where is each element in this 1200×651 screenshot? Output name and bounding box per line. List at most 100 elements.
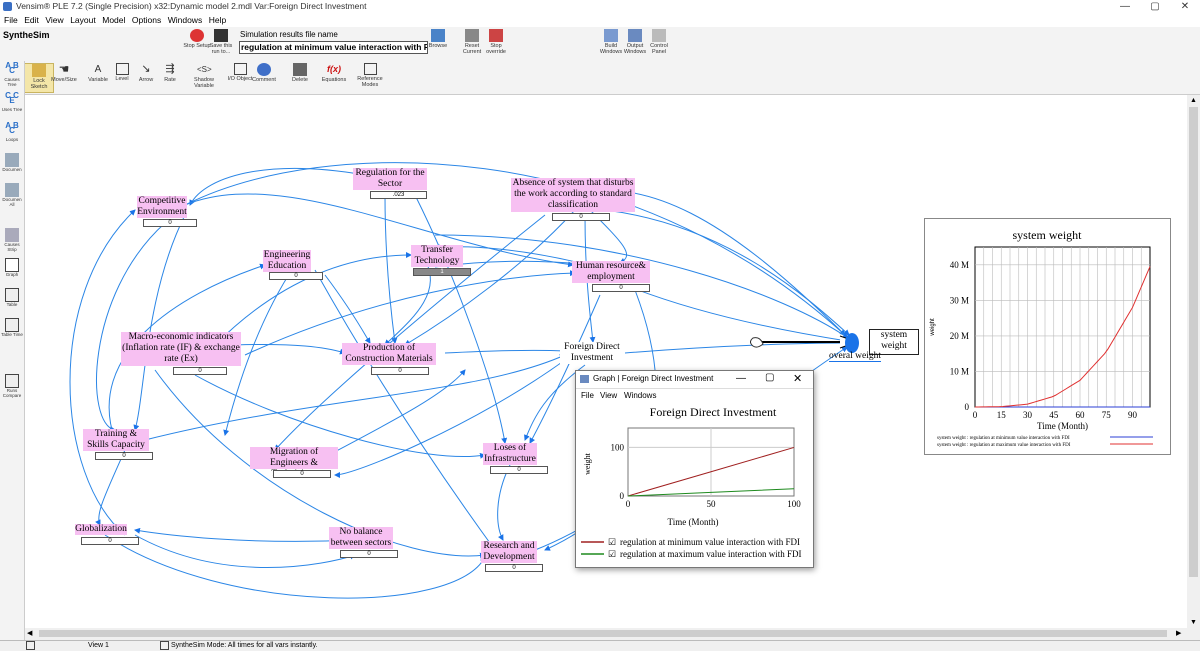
slider-balance[interactable]: 0	[340, 550, 398, 558]
causes-tree-icon: A B C	[5, 61, 19, 75]
node-human-resource[interactable]: Human resource& employment	[572, 261, 650, 283]
graph-window-title: Graph | Foreign Direct Investment	[593, 374, 714, 383]
node-loses-infrastructure[interactable]: Loses of Infrastructure	[483, 443, 537, 465]
causes-tree-button[interactable]: A B C Causes Tree	[1, 61, 23, 88]
slider-engineering[interactable]: 0	[269, 272, 323, 280]
node-engineering-education[interactable]: Engineering Education	[263, 250, 311, 272]
scroll-left-arrow-icon[interactable]: ◀	[27, 629, 32, 637]
slider-production[interactable]: 0	[371, 367, 429, 375]
node-migration-engineers[interactable]: Migration of Engineers & Technicians	[250, 447, 338, 479]
fdi-graph-window[interactable]: Graph | Foreign Direct Investment — ▢ ✕ …	[575, 370, 814, 568]
maximize-button[interactable]: ▢	[1140, 0, 1170, 14]
graph-window-titlebar[interactable]: Graph | Foreign Direct Investment — ▢ ✕	[576, 371, 813, 389]
loops-button[interactable]: A B C Loops	[1, 121, 23, 143]
results-file-input[interactable]: regulation at minimum value interaction …	[239, 41, 428, 54]
node-transfer-technology[interactable]: Transfer Technology	[411, 245, 463, 267]
node-training-skills[interactable]: Training & Skills Capacity	[83, 429, 149, 451]
graph-menu-view[interactable]: View	[600, 391, 617, 400]
uses-tree-button[interactable]: C C E Uses Tree	[1, 92, 23, 113]
shadow-variable-button[interactable]: <S> Shadow Variable	[190, 63, 218, 89]
x-tick-label: 15	[997, 410, 1007, 420]
node-macro-economic[interactable]: Macro-economic indicators (Inflation rat…	[121, 332, 241, 366]
document-all-button[interactable]: Documen All	[1, 183, 23, 207]
slider-macro[interactable]: 0	[173, 367, 227, 375]
scroll-right-arrow-icon[interactable]: ▶	[1176, 629, 1181, 637]
minimize-button[interactable]: —	[1110, 0, 1140, 14]
loops-label: Loops	[5, 137, 19, 142]
loops-icon: A B C	[5, 121, 19, 135]
reference-modes-label: Reference Modes	[357, 76, 383, 88]
graph-menu-windows[interactable]: Windows	[624, 391, 656, 400]
delete-button[interactable]: Delete	[286, 63, 314, 83]
node-production-construction[interactable]: Production of Construction Materials	[342, 343, 436, 365]
node-research-development[interactable]: Research and Development	[481, 541, 537, 563]
horizontal-scrollbar[interactable]: ◀ ▶	[25, 628, 1187, 639]
slider-globalization[interactable]: 0	[81, 537, 139, 545]
slider-loses[interactable]: 0	[490, 466, 548, 474]
vertical-scroll-thumb[interactable]	[1189, 107, 1198, 577]
scroll-up-arrow-icon[interactable]: ▲	[1190, 97, 1197, 104]
node-competitive-environment[interactable]: Competitive Environment	[137, 196, 187, 218]
slider-migration[interactable]: 0	[273, 470, 331, 478]
menu-view[interactable]: View	[45, 14, 63, 27]
slider-absence[interactable]: 0	[552, 213, 610, 221]
table-button[interactable]: Table	[1, 288, 23, 307]
comment-button[interactable]: Comment	[250, 63, 278, 83]
menu-model[interactable]: Model	[102, 14, 125, 27]
node-regulation[interactable]: Regulation for the Sector	[353, 168, 427, 190]
rate-label: Rate	[164, 77, 176, 83]
slider-training[interactable]: 0	[95, 452, 153, 460]
document-button[interactable]: Documen	[1, 153, 23, 172]
menu-file[interactable]: File	[4, 14, 18, 27]
slider-research[interactable]: 0	[485, 564, 543, 572]
table-time-button[interactable]: Table Time	[1, 318, 23, 337]
y-axis-label: weight	[930, 318, 936, 337]
equations-button[interactable]: f(x) Equations	[320, 63, 348, 83]
rate-overall-weight[interactable]: overal weight	[829, 351, 881, 362]
slider-competitive[interactable]: 0	[143, 219, 197, 227]
browse-button[interactable]: Browse	[424, 29, 452, 49]
node-absence-system[interactable]: Absence of system that disturbs the work…	[511, 178, 635, 212]
slider-balance-value: 0	[367, 551, 371, 557]
node-globalization[interactable]: Globalization	[75, 524, 127, 535]
mode-checkbox-icon	[160, 641, 169, 650]
menu-windows[interactable]: Windows	[168, 14, 202, 27]
fdi-chart: Foreign Direct Investment 0 50 100 0 100 Time…	[581, 405, 801, 559]
move-size-button[interactable]: ☚ Move/Size	[50, 63, 78, 84]
slider-regulation[interactable]: .023	[370, 191, 427, 199]
view-label[interactable]: View 1	[88, 642, 109, 649]
menu-layout[interactable]: Layout	[70, 14, 96, 27]
menu-bar: File Edit View Layout Model Options Wind…	[0, 14, 1200, 27]
close-button[interactable]: ✕	[1170, 0, 1200, 14]
menu-options[interactable]: Options	[132, 14, 161, 27]
graph-button[interactable]: Graph	[1, 258, 23, 277]
save-run-button[interactable]: Save this run to...	[207, 29, 235, 55]
control-panel-label: Control Panel	[650, 43, 668, 55]
vertical-scrollbar[interactable]: ▲ ▼	[1187, 95, 1200, 640]
reference-modes-button[interactable]: Reference Modes	[356, 63, 384, 88]
analysis-toolbar: A B C Causes Tree C C E Uses Tree A B C Loo…	[0, 61, 25, 641]
view-checkbox-icon[interactable]	[26, 641, 35, 650]
system-weight-plot: 0 15 30 45 60 75 90 0 10 M 20 M 30 M 40 M Time (Mont…	[930, 246, 1153, 448]
graph-minimize-button[interactable]: —	[736, 373, 746, 384]
graph-maximize-button[interactable]: ▢	[765, 372, 774, 383]
stop-override-button[interactable]: Stop override	[482, 29, 510, 55]
horizontal-scroll-thumb[interactable]	[39, 630, 1167, 637]
rate-tool-button[interactable]: ⇶ Rate	[156, 63, 184, 83]
runs-compare-button[interactable]: Runs Compare	[1, 374, 23, 398]
document-icon	[5, 153, 19, 167]
causes-strip-button[interactable]: Causes Strip	[1, 228, 23, 252]
graph-menu-file[interactable]: File	[581, 391, 594, 400]
x-tick-label: 100	[787, 499, 801, 509]
system-weight-graph[interactable]: system weight 0 15 30 45 60 75 90 0 10 M 20 M 30 M…	[924, 218, 1171, 455]
node-no-balance[interactable]: No balance between sectors	[329, 527, 393, 549]
menu-edit[interactable]: Edit	[24, 14, 39, 27]
node-foreign-direct-investment[interactable]: Foreign Direct Investment	[560, 342, 624, 364]
graph-close-button[interactable]: ✕	[793, 372, 802, 385]
slider-human[interactable]: 0	[592, 284, 650, 292]
causal-arrow	[314, 269, 496, 551]
scroll-down-arrow-icon[interactable]: ▼	[1190, 619, 1197, 626]
slider-transfer[interactable]: 1	[413, 268, 471, 276]
control-panel-button[interactable]: Control Panel	[645, 29, 673, 55]
menu-help[interactable]: Help	[209, 14, 226, 27]
